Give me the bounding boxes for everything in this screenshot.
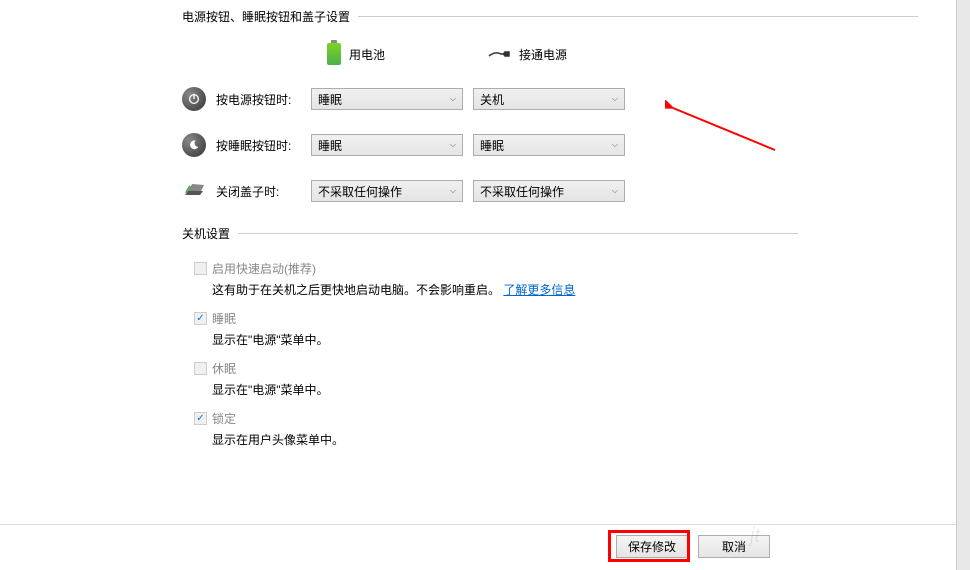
lock-checkbox: ✓ bbox=[194, 412, 207, 425]
row-sleep-button: 按睡眠按钮时: 睡眠 ⌵ 睡眠 ⌵ bbox=[182, 133, 970, 157]
shutdown-section-header: 关机设置 bbox=[182, 225, 970, 242]
column-headers: 用电池 接通电源 bbox=[327, 43, 970, 65]
column-plugged: 接通电源 bbox=[487, 43, 647, 65]
dropdown-value: 睡眠 bbox=[318, 91, 342, 108]
dropdown-value: 关机 bbox=[480, 91, 504, 108]
chevron-down-icon: ⌵ bbox=[450, 186, 456, 196]
row-lid-close: 关闭盖子时: 不采取任何操作 ⌵ 不采取任何操作 ⌵ bbox=[182, 179, 970, 203]
fast-startup-desc: 这有助于在关机之后更快地启动电脑。不会影响重启。 了解更多信息 bbox=[212, 281, 970, 298]
column-plugged-label: 接通电源 bbox=[519, 46, 567, 63]
power-button-label: 按电源按钮时: bbox=[216, 91, 311, 108]
plug-icon bbox=[487, 47, 511, 61]
checkbox-item-lock: ✓ 锁定 显示在用户头像菜单中。 bbox=[194, 410, 970, 448]
sleep-button-icon bbox=[182, 133, 206, 157]
sleep-button-label: 按睡眠按钮时: bbox=[216, 137, 311, 154]
lid-close-label: 关闭盖子时: bbox=[216, 183, 311, 200]
learn-more-link[interactable]: 了解更多信息 bbox=[503, 283, 575, 297]
sleep-button-plugged-dropdown[interactable]: 睡眠 ⌵ bbox=[473, 134, 625, 156]
sleep-button-battery-dropdown[interactable]: 睡眠 ⌵ bbox=[311, 134, 463, 156]
power-button-icon bbox=[182, 87, 206, 111]
footer-bar: 保存修改 取消 bbox=[0, 524, 970, 558]
checkbox-item-sleep: ✓ 睡眠 显示在"电源"菜单中。 bbox=[194, 310, 970, 348]
sleep-checkbox: ✓ bbox=[194, 312, 207, 325]
fast-startup-checkbox bbox=[194, 262, 207, 275]
sleep-label: 睡眠 bbox=[212, 310, 236, 327]
lock-desc: 显示在用户头像菜单中。 bbox=[212, 431, 970, 448]
dropdown-value: 睡眠 bbox=[318, 137, 342, 154]
chevron-down-icon: ⌵ bbox=[612, 140, 618, 150]
lid-close-plugged-dropdown[interactable]: 不采取任何操作 ⌵ bbox=[473, 180, 625, 202]
checkbox-item-fast-startup: 启用快速启动(推荐) 这有助于在关机之后更快地启动电脑。不会影响重启。 了解更多… bbox=[194, 260, 970, 298]
dropdown-value: 睡眠 bbox=[480, 137, 504, 154]
power-buttons-section-header: 电源按钮、睡眠按钮和盖子设置 bbox=[182, 8, 970, 25]
lid-close-icon bbox=[182, 179, 206, 203]
power-button-plugged-dropdown[interactable]: 关机 ⌵ bbox=[473, 88, 625, 110]
checkbox-item-hibernate: 休眠 显示在"电源"菜单中。 bbox=[194, 360, 970, 398]
fast-startup-label: 启用快速启动(推荐) bbox=[212, 260, 316, 277]
section-divider bbox=[358, 16, 918, 17]
battery-icon bbox=[327, 43, 341, 65]
hibernate-desc: 显示在"电源"菜单中。 bbox=[212, 381, 970, 398]
section-title-shutdown: 关机设置 bbox=[182, 225, 230, 242]
dropdown-value: 不采取任何操作 bbox=[480, 183, 564, 200]
section-divider bbox=[238, 233, 798, 234]
sleep-desc: 显示在"电源"菜单中。 bbox=[212, 331, 970, 348]
power-button-battery-dropdown[interactable]: 睡眠 ⌵ bbox=[311, 88, 463, 110]
column-battery-label: 用电池 bbox=[349, 46, 385, 63]
lid-close-battery-dropdown[interactable]: 不采取任何操作 ⌵ bbox=[311, 180, 463, 202]
save-button[interactable]: 保存修改 bbox=[616, 535, 688, 558]
chevron-down-icon: ⌵ bbox=[450, 94, 456, 104]
right-edge-strip bbox=[956, 0, 970, 570]
dropdown-value: 不采取任何操作 bbox=[318, 183, 402, 200]
chevron-down-icon: ⌵ bbox=[612, 94, 618, 104]
chevron-down-icon: ⌵ bbox=[450, 140, 456, 150]
lock-label: 锁定 bbox=[212, 410, 236, 427]
row-power-button: 按电源按钮时: 睡眠 ⌵ 关机 ⌵ bbox=[182, 87, 970, 111]
watermark: jt bbox=[750, 525, 760, 548]
section-title-power: 电源按钮、睡眠按钮和盖子设置 bbox=[182, 8, 350, 25]
hibernate-label: 休眠 bbox=[212, 360, 236, 377]
chevron-down-icon: ⌵ bbox=[612, 186, 618, 196]
column-battery: 用电池 bbox=[327, 43, 487, 65]
hibernate-checkbox bbox=[194, 362, 207, 375]
